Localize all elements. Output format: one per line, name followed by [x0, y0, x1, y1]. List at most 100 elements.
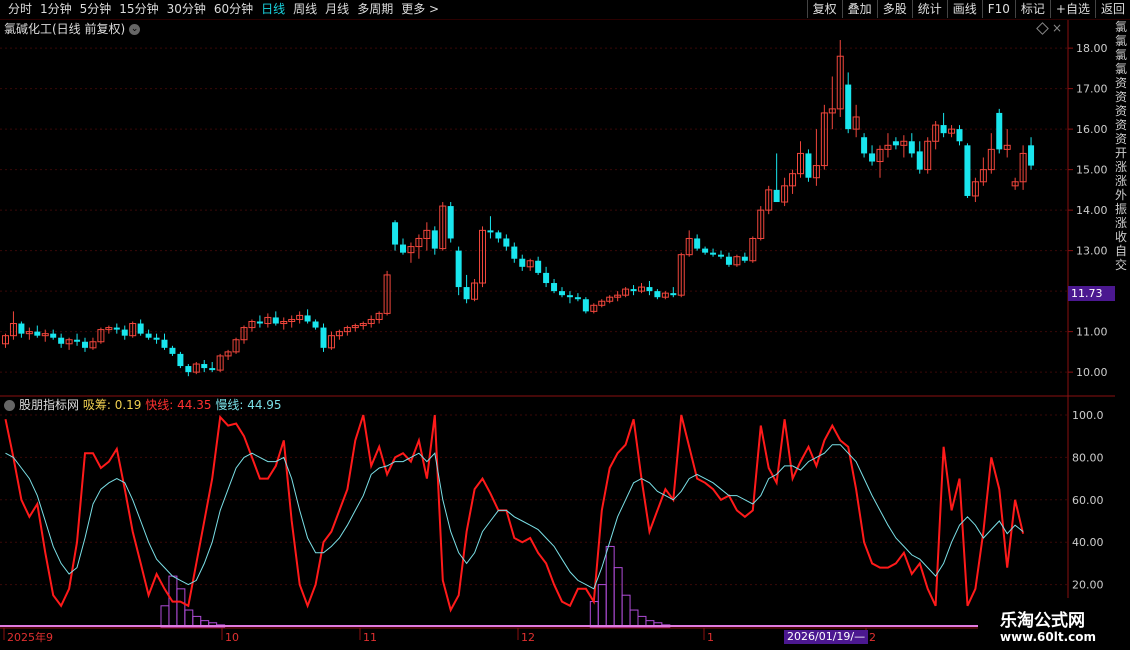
date-tick-label: 10 [225, 631, 239, 644]
indicator-tick-label: 40.00 [1072, 536, 1104, 549]
candle-body [559, 291, 565, 296]
candle-body [725, 256, 732, 265]
candle-body [773, 189, 780, 203]
candle-body [630, 289, 637, 292]
candle-body [431, 230, 438, 249]
price-tick-label: 16.00 [1076, 123, 1108, 136]
candle-body [50, 333, 57, 338]
current-price-tag: 11.73 [1068, 286, 1115, 301]
candle-body [869, 153, 876, 162]
candle-body [463, 287, 470, 300]
candle-body [161, 339, 168, 348]
candle-body [861, 137, 868, 154]
indicator-name: 股朋指标网 [19, 398, 80, 412]
indicator-legend: 股朋指标网 吸筹: 0.19 快线: 44.35 慢线: 44.95 [4, 397, 282, 413]
candle-body [153, 337, 160, 340]
candle-body [113, 327, 120, 330]
candle-body [694, 238, 701, 249]
candle-body [582, 299, 589, 312]
accum-bar [589, 601, 599, 628]
candle-body [145, 333, 152, 338]
candle-body [908, 141, 915, 154]
candle-body [535, 260, 542, 273]
watermark: 乐淘公式网 www.60lt.com [978, 598, 1130, 650]
price-tick-label: 18.00 [1076, 42, 1108, 55]
xichou-value: 0.19 [114, 398, 142, 412]
accum-bar [597, 584, 607, 628]
candle-body [58, 337, 65, 344]
candle-body [892, 141, 899, 146]
candle-body [487, 230, 494, 233]
candle-body [272, 317, 279, 324]
candle-body [566, 295, 573, 298]
candle-body [916, 151, 923, 170]
candle-body [964, 145, 971, 196]
candle-body [177, 353, 184, 367]
candle-body [805, 153, 812, 178]
date-tick-label: 1 [707, 631, 714, 644]
candle-body [312, 321, 319, 328]
watermark-url: www.60lt.com [1000, 630, 1097, 644]
indicator-tick-label: 100.0 [1072, 409, 1104, 422]
candle-body [82, 341, 88, 348]
candle-body [996, 112, 1003, 150]
fast-value: 44.35 [177, 398, 212, 412]
candle-body [201, 364, 208, 369]
date-tick-label: 11 [363, 631, 377, 644]
accum-bar [629, 609, 639, 628]
candle-body [646, 287, 653, 292]
candle-body [455, 250, 462, 288]
indicator-tick-label: 60.00 [1072, 494, 1104, 507]
accum-bar [176, 588, 186, 628]
candle-body [670, 293, 677, 296]
candle-body [447, 206, 454, 239]
indicator-tick-label: 20.00 [1072, 579, 1104, 592]
candle-body [543, 272, 550, 284]
accum-bar [613, 567, 623, 628]
fast-line [4, 414, 1025, 613]
price-tick-label: 11.00 [1076, 326, 1108, 339]
watermark-title: 乐淘公式网 [1000, 611, 1085, 631]
candle-body [702, 248, 709, 253]
candle-body [18, 323, 25, 334]
indicator-tick-label: 80.00 [1072, 451, 1104, 464]
candle-body [74, 339, 81, 342]
chevron-down-icon[interactable] [4, 400, 15, 411]
date-tick-label: 12 [521, 631, 535, 644]
slow-line [5, 444, 1024, 590]
candle-body [519, 258, 526, 267]
candle-body [956, 129, 963, 142]
candle-body [845, 84, 852, 130]
candle-body [137, 323, 144, 334]
date-tick-label: 2 [869, 631, 876, 644]
slow-value: 44.95 [247, 398, 282, 412]
price-tick-label: 15.00 [1076, 164, 1108, 177]
slow-label: 慢线: [215, 398, 244, 412]
candle-body [511, 246, 518, 259]
price-tick-label: 17.00 [1076, 83, 1108, 96]
candle-body [320, 327, 327, 348]
date-tick-label: 2025年9 [7, 630, 53, 644]
candle-body [654, 291, 661, 298]
candle-body [940, 125, 947, 134]
accum-bar [621, 594, 631, 628]
candle-body [741, 256, 748, 261]
candle-body [209, 368, 216, 371]
kline-chart[interactable]: 18.0017.0016.0015.0014.0013.0012.0011.00… [0, 0, 1130, 650]
accum-bar [605, 545, 615, 628]
candle-body [400, 244, 406, 253]
side-panel-text: 氯 氯 氯 氯 资 资 资 资 资 开 涨 涨 外 振 涨 收 自 交 [1115, 20, 1128, 272]
price-tick-label: 14.00 [1076, 204, 1108, 217]
fast-label: 快线: [145, 398, 174, 412]
accum-bar [160, 605, 170, 628]
candle-body [551, 283, 558, 292]
price-tick-label: 10.00 [1076, 366, 1108, 379]
candle-body [495, 232, 502, 239]
candle-body [121, 329, 128, 336]
candle-body [1028, 145, 1035, 166]
candle-body [256, 321, 263, 324]
price-tick-label: 13.00 [1076, 245, 1108, 258]
candle-body [710, 252, 717, 255]
candle-body [574, 297, 581, 300]
candle-body [169, 347, 176, 354]
